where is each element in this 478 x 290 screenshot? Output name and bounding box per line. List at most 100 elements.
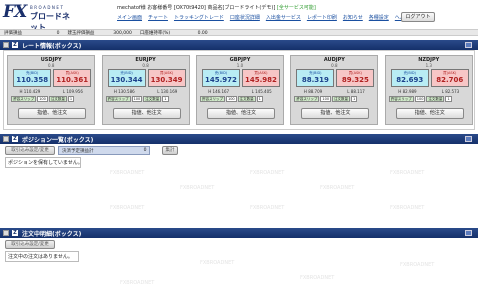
- positions-title: ポジション一覧(ボックス): [22, 136, 94, 144]
- bid-price: 82.693: [396, 76, 424, 84]
- high-value: H 82.989: [398, 89, 417, 94]
- rate-card: AUDJPY 0.8 売(BID) 88.319 買(ASK) 89.325 H…: [290, 55, 379, 125]
- rate-card: NZDJPY 1.3 売(BID) 82.693 買(ASK) 82.706 H…: [384, 55, 473, 125]
- slip-input[interactable]: 100: [320, 96, 332, 102]
- limit-order-button[interactable]: 指値、他注文: [395, 108, 464, 119]
- nav-report[interactable]: レポート印刷: [307, 14, 337, 21]
- high-low: H 88.709 L 88.117: [291, 89, 377, 94]
- settings-icon[interactable]: [465, 136, 472, 142]
- limit-order-button[interactable]: 指値、他注文: [112, 108, 181, 119]
- slip-label: 許容スリップ: [388, 96, 414, 102]
- high-low: H 110.429 L 109.956: [8, 89, 94, 94]
- logo-fx: FX: [3, 2, 27, 22]
- limit-order-button[interactable]: 指値、他注文: [301, 108, 370, 119]
- order-controls: 許容スリップ 100 注文数量 1: [294, 96, 376, 103]
- ask-price: 145.982: [245, 76, 277, 84]
- nav-account[interactable]: 口座状況詳細: [230, 14, 260, 21]
- lots-input[interactable]: 1: [67, 96, 75, 102]
- nav-tracking[interactable]: トラッキングトレード: [174, 14, 224, 21]
- lots-input[interactable]: 1: [256, 96, 263, 102]
- nav-chart[interactable]: チャート: [148, 14, 168, 21]
- ask-price: 89.325: [341, 76, 369, 84]
- collapse-icon[interactable]: [3, 42, 9, 48]
- ask-price: 82.706: [436, 76, 464, 84]
- lots-input[interactable]: 1: [445, 96, 452, 102]
- low-value: L 130.169: [157, 89, 178, 94]
- nav-news[interactable]: お知らせ: [343, 14, 363, 21]
- nav-main[interactable]: メイン画面: [117, 14, 142, 21]
- lots-label: 注文数量: [237, 96, 256, 102]
- rate-card: EURJPY 0.8 売(BID) 130.344 買(ASK) 130.349…: [101, 55, 190, 125]
- positions-total-button[interactable]: 集計: [162, 146, 178, 155]
- order-controls: 許容スリップ 100 注文数量 1: [199, 96, 282, 103]
- lots-input[interactable]: 1: [351, 96, 358, 102]
- nav-deposit[interactable]: 入出金サービス: [266, 14, 301, 21]
- rate-card: USDJPY 0.8 売(BID) 110.358 買(ASK) 110.361…: [7, 55, 96, 125]
- positions-filter-button[interactable]: 取引込み設定/変更: [5, 146, 55, 155]
- logo-small: BROADNET: [30, 5, 65, 10]
- watermark: FXBROADNET: [390, 205, 425, 211]
- rates-section-header: Z レート情報(ボックス): [0, 40, 478, 50]
- pl-select-label: 決済予定損益計: [62, 148, 94, 154]
- ask-button[interactable]: 買(ASK) 130.349: [147, 69, 186, 87]
- low-value: L 82.573: [441, 89, 460, 94]
- ask-button[interactable]: 買(ASK) 89.325: [336, 69, 375, 87]
- lots-label: 注文数量: [332, 96, 351, 102]
- high-value: H 146.167: [208, 89, 230, 94]
- lots-label: 注文数量: [426, 96, 445, 102]
- bid-button[interactable]: 売(BID) 145.972: [201, 69, 240, 87]
- watermark: FXBROADNET: [250, 205, 285, 211]
- slip-label: 許容スリップ: [294, 96, 320, 102]
- positions-pl-select[interactable]: 決済予定損益計 0: [58, 146, 150, 155]
- high-low: H 146.167 L 145.405: [197, 89, 283, 94]
- eval-margin-rate: 口座維持率(%) 0.00: [139, 30, 208, 36]
- ask-button[interactable]: 買(ASK) 82.706: [430, 69, 469, 87]
- lots-label: 注文数量: [143, 96, 162, 102]
- bid-price: 110.358: [16, 76, 49, 84]
- slip-label: 許容スリップ: [11, 96, 37, 102]
- slip-input[interactable]: 100: [131, 96, 143, 102]
- spread: 1.0: [236, 63, 244, 68]
- high-low: H 82.989 L 82.573: [386, 89, 472, 94]
- broadnet-logo[interactable]: FX BROADNET ブロードネット: [3, 2, 75, 32]
- limit-order-button[interactable]: 指値、他注文: [206, 108, 275, 119]
- watermark: FXBROADNET: [180, 185, 215, 191]
- settings-icon[interactable]: [465, 230, 472, 236]
- watermark: FXBROADNET: [400, 262, 435, 268]
- bid-price: 88.319: [301, 76, 329, 84]
- ask-button[interactable]: 買(ASK) 110.361: [53, 69, 92, 87]
- header: FX BROADNET ブロードネット mechatof様 お客様番号 [OX7…: [0, 0, 478, 32]
- nav-settings[interactable]: 各種設定: [369, 14, 389, 21]
- settings-icon[interactable]: [465, 42, 472, 48]
- ask-button[interactable]: 買(ASK) 145.982: [241, 69, 280, 87]
- positions-empty-message: ポジションを保有していません。: [5, 157, 83, 168]
- orders-filter-button[interactable]: 取引込み設定/変更: [5, 240, 55, 249]
- z-icon: Z: [12, 136, 18, 142]
- rates-title: レート情報(ボックス): [22, 42, 82, 50]
- slip-label: 許容スリップ: [199, 96, 225, 102]
- logout-button[interactable]: ログアウト: [401, 12, 435, 22]
- collapse-icon[interactable]: [3, 230, 9, 236]
- watermark: FXBROADNET: [320, 185, 355, 191]
- high-low: H 130.586 L 130.169: [103, 89, 189, 94]
- bid-price: 145.972: [205, 76, 237, 84]
- watermark: FXBROADNET: [250, 170, 285, 176]
- slip-input[interactable]: 100: [37, 96, 48, 102]
- slip-input[interactable]: 100: [225, 96, 237, 102]
- watermark: FXBROADNET: [110, 205, 145, 211]
- bid-button[interactable]: 売(BID) 110.358: [13, 69, 52, 87]
- z-icon: Z: [12, 230, 18, 236]
- spread: 0.8: [331, 63, 338, 68]
- bid-button[interactable]: 売(BID) 82.693: [390, 69, 429, 87]
- high-value: H 88.709: [303, 89, 323, 94]
- evaluation-bar: 評価損益 0 建玉評価損益 300,000 口座維持率(%) 0.00: [0, 29, 478, 36]
- orders-section-header: Z 注文中明細(ボックス): [0, 228, 478, 238]
- collapse-icon[interactable]: [3, 136, 9, 142]
- slip-input[interactable]: 100: [414, 96, 426, 102]
- limit-order-button[interactable]: 指値、他注文: [18, 108, 87, 119]
- watermark: FXBROADNET: [110, 170, 145, 176]
- lots-label: 注文数量: [48, 96, 67, 102]
- lots-input[interactable]: 1: [162, 96, 169, 102]
- bid-button[interactable]: 売(BID) 88.319: [296, 69, 335, 87]
- bid-button[interactable]: 売(BID) 130.344: [107, 69, 146, 87]
